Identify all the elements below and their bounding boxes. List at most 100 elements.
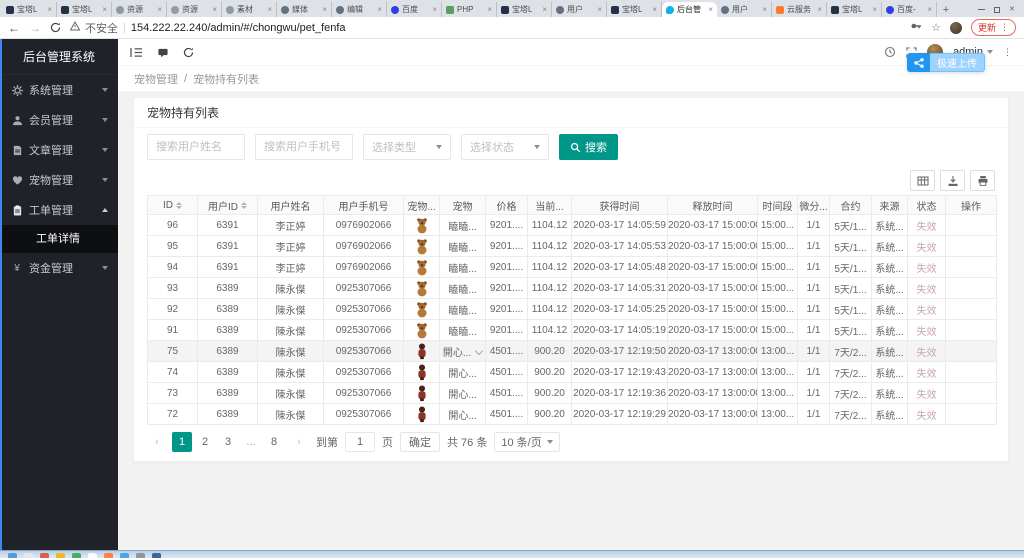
browser-tab[interactable]: 后台管× [662, 2, 717, 17]
browser-tab[interactable]: 媒体× [277, 2, 332, 17]
browser-tab[interactable]: 素材× [222, 2, 277, 17]
confirm-page-button[interactable]: 确定 [400, 432, 440, 452]
url-bar[interactable]: 不安全 | 154.222.22.240/admin/#/chongwu/pet… [70, 20, 901, 36]
column-header[interactable]: 价格 [486, 196, 528, 215]
restore-button[interactable] [994, 7, 1000, 13]
taskbar-icon[interactable] [56, 553, 65, 558]
page-button[interactable]: 8 [264, 432, 284, 452]
column-header[interactable]: ID [148, 196, 198, 215]
taskbar-icon[interactable] [136, 553, 145, 558]
tab-close-icon[interactable]: × [597, 6, 602, 14]
tab-close-icon[interactable]: × [762, 6, 767, 14]
browser-tab[interactable]: 宝塔L× [57, 2, 112, 17]
forward-button[interactable]: → [29, 22, 41, 34]
column-header[interactable]: 用户ID [198, 196, 258, 215]
tab-close-icon[interactable]: × [872, 6, 877, 14]
clock-icon[interactable] [884, 46, 896, 58]
type-select[interactable]: 选择类型 [363, 134, 451, 160]
dog-pet-image[interactable] [413, 237, 431, 255]
browser-tab[interactable]: 资源× [167, 2, 222, 17]
monkey-pet-image[interactable] [413, 342, 431, 360]
bookmark-star-icon[interactable]: ☆ [931, 21, 941, 34]
tab-close-icon[interactable]: × [817, 6, 822, 14]
search-name-input[interactable] [147, 134, 245, 160]
browser-tab[interactable]: 百度-× [882, 2, 937, 17]
goto-page-input[interactable] [345, 432, 375, 452]
tab-close-icon[interactable]: × [432, 6, 437, 14]
dog-pet-image[interactable] [413, 300, 431, 318]
key-icon[interactable] [910, 20, 922, 35]
sidebar-item[interactable]: 文章管理 [0, 135, 118, 165]
column-header[interactable]: 当前... [528, 196, 572, 215]
profile-avatar[interactable] [950, 22, 962, 34]
column-header[interactable]: 宠物... [404, 196, 440, 215]
column-header[interactable]: 获得时间 [572, 196, 668, 215]
browser-tab[interactable]: 宝塔L× [607, 2, 662, 17]
column-header[interactable]: 合约 [830, 196, 872, 215]
browser-tab[interactable]: 云服务× [772, 2, 827, 17]
sidebar-subitem[interactable]: 工单详情 [0, 225, 118, 253]
sidebar-item[interactable]: 工单管理 [0, 195, 118, 225]
taskbar-icon[interactable] [72, 553, 81, 558]
tab-close-icon[interactable]: × [212, 6, 217, 14]
column-header[interactable]: 用户姓名 [258, 196, 324, 215]
tab-close-icon[interactable]: × [487, 6, 492, 14]
browser-tab[interactable]: 资源× [112, 2, 167, 17]
page-button[interactable]: 3 [218, 432, 238, 452]
status-select[interactable]: 选择状态 [461, 134, 549, 160]
page-button[interactable]: 2 [195, 432, 215, 452]
upload-chip[interactable]: 极速上传 [907, 53, 985, 72]
column-header[interactable]: 时间段 [758, 196, 798, 215]
column-header[interactable]: 释放时间 [668, 196, 758, 215]
monkey-pet-image[interactable] [413, 405, 431, 423]
taskbar-icon[interactable] [120, 553, 129, 558]
close-window-button[interactable]: ✕ [1009, 6, 1015, 13]
browser-tab[interactable]: 百度× [387, 2, 442, 17]
tab-close-icon[interactable]: × [927, 6, 932, 14]
taskbar-icon[interactable] [104, 553, 113, 558]
tab-close-icon[interactable]: × [102, 6, 107, 14]
message-icon[interactable] [157, 47, 169, 58]
tab-close-icon[interactable]: × [267, 6, 272, 14]
monkey-pet-image[interactable] [413, 363, 431, 381]
search-button[interactable]: 搜索 [559, 134, 618, 160]
back-button[interactable]: ← [8, 22, 20, 34]
column-header[interactable]: 状态 [908, 196, 946, 215]
taskbar-icon[interactable] [152, 553, 161, 558]
more-options-icon[interactable]: ⋮ [1003, 47, 1012, 58]
monkey-pet-image[interactable] [413, 384, 431, 402]
tab-close-icon[interactable]: × [542, 6, 547, 14]
dog-pet-image[interactable] [413, 279, 431, 297]
export-button[interactable] [940, 170, 965, 191]
dog-pet-image[interactable] [413, 258, 431, 276]
taskbar-icon[interactable] [40, 553, 49, 558]
prev-page-button[interactable]: ‹ [147, 432, 167, 452]
browser-tab[interactable]: 编辑× [332, 2, 387, 17]
tab-close-icon[interactable]: × [377, 6, 382, 14]
browser-tab[interactable]: 用户× [552, 2, 607, 17]
tab-close-icon[interactable]: × [47, 6, 52, 14]
browser-tab[interactable]: 用户× [717, 2, 772, 17]
dog-pet-image[interactable] [413, 321, 431, 339]
tab-close-icon[interactable]: × [652, 6, 657, 14]
search-phone-input[interactable] [255, 134, 353, 160]
minimize-button[interactable] [978, 9, 985, 10]
print-button[interactable] [970, 170, 995, 191]
new-tab-button[interactable]: + [937, 2, 955, 17]
browser-tab[interactable]: 宝塔L× [497, 2, 552, 17]
tab-close-icon[interactable]: × [322, 6, 327, 14]
per-page-select[interactable]: 10 条/页 [494, 432, 559, 452]
column-header[interactable]: 来源 [872, 196, 908, 215]
column-header[interactable]: 用户手机号 [324, 196, 404, 215]
sidebar-item[interactable]: ¥资金管理 [0, 253, 118, 283]
sidebar-item[interactable]: 会员管理 [0, 105, 118, 135]
column-header[interactable]: 宠物 [440, 196, 486, 215]
sidebar-item[interactable]: 宠物管理 [0, 165, 118, 195]
taskbar-icon[interactable] [24, 553, 33, 558]
sidebar-item[interactable]: 系统管理 [0, 75, 118, 105]
taskbar-icon[interactable] [8, 553, 17, 558]
breadcrumb-item[interactable]: 宠物管理 [134, 71, 178, 87]
windows-taskbar[interactable] [0, 550, 1024, 558]
chevron-down-icon[interactable] [475, 346, 483, 354]
sort-icon[interactable] [241, 202, 247, 209]
